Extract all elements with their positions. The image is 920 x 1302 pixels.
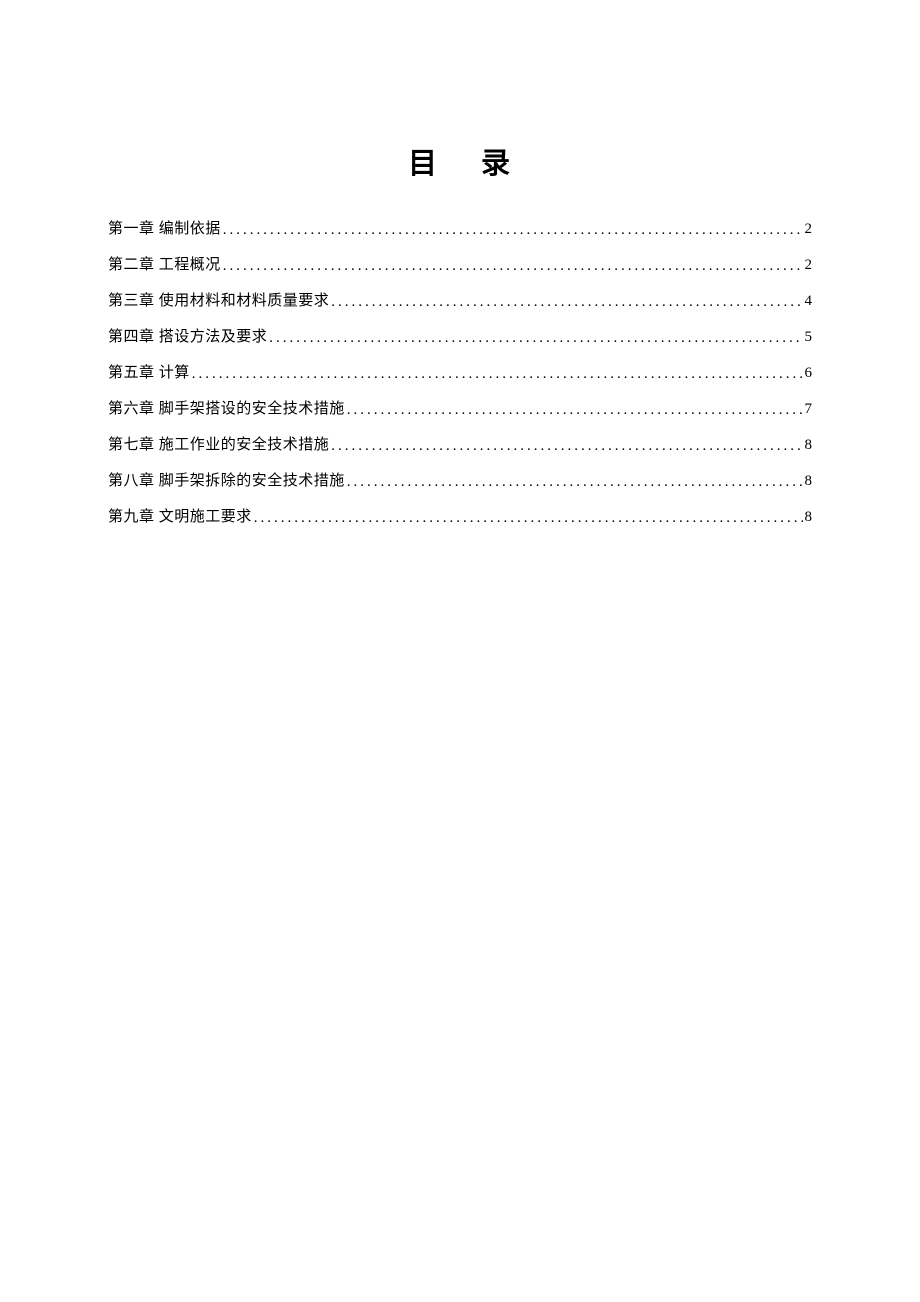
title-char-1: 目	[408, 148, 439, 180]
toc-entry-page: 8	[803, 438, 813, 453]
toc-entry-label: 第二章 工程概况	[108, 258, 221, 273]
toc-entry: 第六章 脚手架搭设的安全技术措施 7	[108, 402, 812, 417]
toc-entry-label: 第四章 搭设方法及要求	[108, 330, 267, 345]
toc-entry-label: 第七章 施工作业的安全技术措施	[108, 438, 329, 453]
toc-entry-page: 5	[803, 330, 813, 345]
toc-entry: 第五章 计算 6	[108, 366, 812, 381]
toc-entry-page: 6	[803, 366, 813, 381]
title-char-2: 录	[481, 148, 512, 180]
toc-entry: 第一章 编制依据 2	[108, 222, 812, 237]
toc-entry: 第二章 工程概况 2	[108, 258, 812, 273]
toc-entry: 第九章 文明施工要求 8	[108, 510, 812, 525]
toc-entry-page: 4	[803, 294, 813, 309]
toc-entry-page: 8	[803, 510, 813, 525]
toc-leader-dots	[252, 511, 803, 526]
toc-entry-label: 第五章 计算	[108, 366, 190, 381]
toc-leader-dots	[267, 331, 802, 346]
toc-leader-dots	[221, 223, 803, 238]
toc-entry: 第八章 脚手架拆除的安全技术措施 8	[108, 474, 812, 489]
toc-entry: 第七章 施工作业的安全技术措施 8	[108, 438, 812, 453]
toc-entry: 第四章 搭设方法及要求 5	[108, 330, 812, 345]
toc-entry: 第三章 使用材料和材料质量要求 4	[108, 294, 812, 309]
toc-entry-label: 第六章 脚手架搭设的安全技术措施	[108, 402, 345, 417]
toc-leader-dots	[221, 259, 803, 274]
toc-entry-label: 第三章 使用材料和材料质量要求	[108, 294, 329, 309]
toc-entry-page: 2	[803, 222, 813, 237]
toc-leader-dots	[345, 475, 803, 490]
toc-entry-label: 第一章 编制依据	[108, 222, 221, 237]
toc-entry-label: 第九章 文明施工要求	[108, 510, 252, 525]
toc-entry-page: 2	[803, 258, 813, 273]
toc-leader-dots	[345, 403, 803, 418]
toc-entry-page: 7	[803, 402, 813, 417]
toc-leader-dots	[329, 439, 802, 454]
toc-leader-dots	[190, 367, 803, 382]
toc-leader-dots	[329, 295, 802, 310]
page-title: 目录	[108, 140, 812, 182]
toc-entry-label: 第八章 脚手架拆除的安全技术措施	[108, 474, 345, 489]
toc-entry-page: 8	[803, 474, 813, 489]
table-of-contents: 第一章 编制依据 2 第二章 工程概况 2 第三章 使用材料和材料质量要求 4 …	[108, 222, 812, 525]
